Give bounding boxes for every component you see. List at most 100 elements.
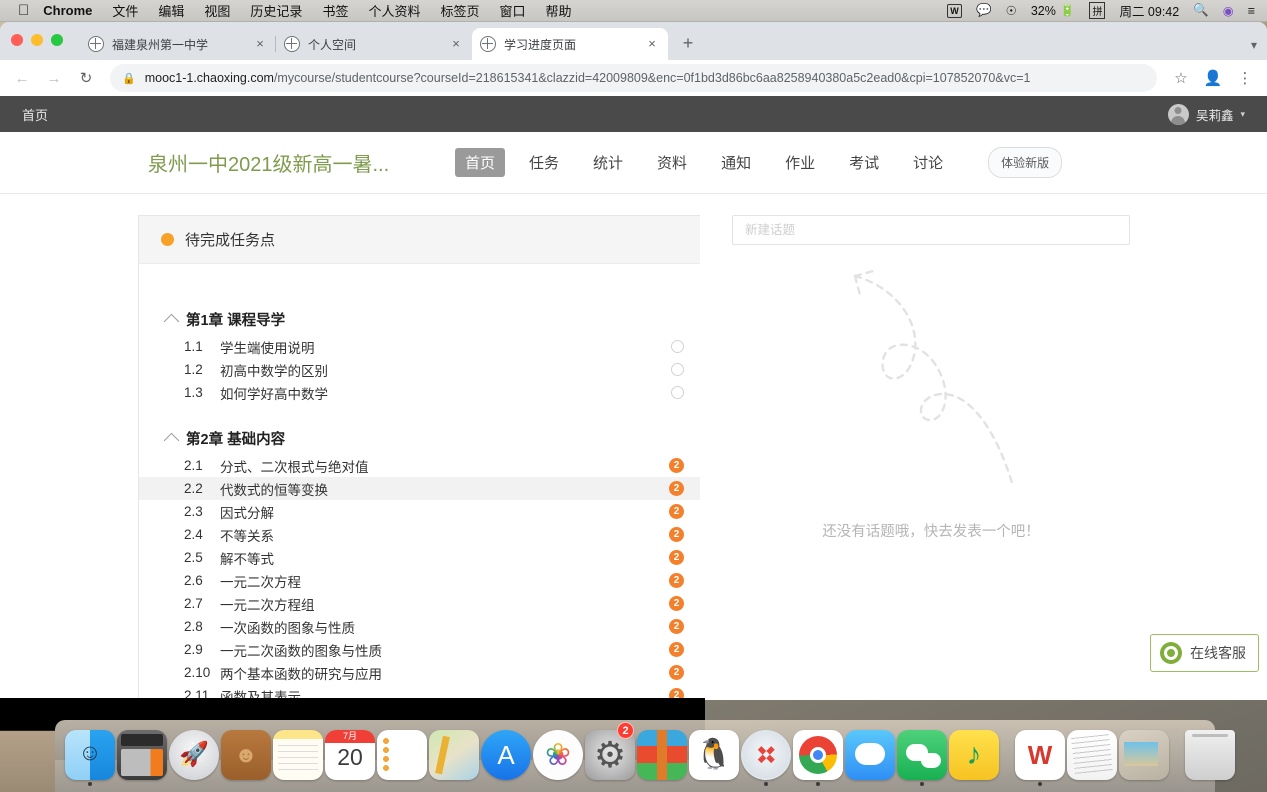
dock-item-finder[interactable]	[65, 724, 115, 788]
window-traffic-lights[interactable]	[11, 34, 63, 46]
battery-charging-icon[interactable]: 🔋	[1060, 3, 1076, 18]
chapter-header[interactable]: 第1章 课程导学	[139, 304, 700, 335]
browser-tab-2[interactable]: 个人空间 ×	[275, 28, 472, 60]
menu-item-bookmarks[interactable]: 书签	[322, 1, 348, 20]
close-icon[interactable]: ×	[252, 36, 268, 52]
online-support-label: 在线客服	[1190, 645, 1246, 661]
wps-office-icon	[1015, 730, 1065, 780]
list-item[interactable]: 2.7 一元二次方程组 2	[139, 592, 700, 615]
list-item[interactable]: 2.1 分式、二次根式与绝对值 2	[139, 454, 700, 477]
dock-item-notes[interactable]	[273, 724, 323, 788]
maximize-window-button[interactable]	[51, 34, 63, 46]
spotlight-search-icon[interactable]: 🔍	[1193, 3, 1209, 18]
tab-discussion[interactable]: 讨论	[903, 148, 953, 177]
macos-menubar:  Chrome 文件 编辑 视图 历史记录 书签 个人资料 标签页 窗口 帮助…	[0, 0, 1267, 22]
list-item[interactable]: 1.2 初高中数学的区别	[139, 358, 700, 381]
menu-item-history[interactable]: 历史记录	[250, 1, 302, 20]
tabstrip-chevron-down-icon[interactable]: ▾	[1251, 38, 1257, 52]
tab-homework[interactable]: 作业	[775, 148, 825, 177]
list-item[interactable]: 2.9 一元二次函数的图象与性质 2	[139, 638, 700, 661]
dock-item-wechat[interactable]	[897, 724, 947, 788]
list-item[interactable]: 1.3 如何学好高中数学	[139, 381, 700, 404]
apple-icon[interactable]: 	[18, 3, 29, 18]
dock-item-reminders[interactable]	[377, 724, 427, 788]
dock-item-system-preferences[interactable]: 2	[585, 722, 635, 788]
close-window-button[interactable]	[11, 34, 23, 46]
menu-item-help[interactable]: 帮助	[546, 1, 572, 20]
input-method-icon[interactable]: 拼	[1089, 2, 1106, 19]
clock-label[interactable]: 周二 09:42	[1119, 1, 1179, 20]
menu-item-edit[interactable]: 编辑	[158, 1, 184, 20]
three-dot-menu-icon[interactable]: ⋮	[1231, 64, 1259, 92]
menu-item-view[interactable]: 视图	[204, 1, 230, 20]
menu-item-file[interactable]: 文件	[112, 1, 138, 20]
try-new-version-button[interactable]: 体验新版	[988, 147, 1063, 178]
wps-icon[interactable]: W	[947, 3, 963, 18]
task-count-badge: 2	[669, 458, 684, 473]
lesson-name: 一元二次方程组	[220, 597, 315, 613]
menu-item-tabs[interactable]: 标签页	[440, 1, 479, 20]
browser-tab-3-active[interactable]: 学习进度页面 ×	[472, 28, 668, 60]
browser-tab-1[interactable]: 福建泉州第一中学 ×	[80, 28, 276, 60]
dock-item-photos[interactable]	[533, 724, 583, 788]
tab-exams[interactable]: 考试	[839, 148, 889, 177]
list-item[interactable]: 2.4 不等关系 2	[139, 523, 700, 546]
tab-statistics[interactable]: 统计	[583, 148, 633, 177]
star-icon[interactable]: ☆	[1167, 64, 1195, 92]
tab-materials[interactable]: 资料	[647, 148, 697, 177]
close-icon[interactable]: ×	[448, 36, 464, 52]
dock-item-safari[interactable]	[741, 724, 791, 788]
eye-icon[interactable]: ☉	[1006, 3, 1017, 18]
menu-item-chrome[interactable]: Chrome	[43, 3, 92, 18]
siri-icon[interactable]: ◉	[1223, 3, 1234, 18]
dock-item-launchpad[interactable]	[169, 724, 219, 788]
site-home-link[interactable]: 首页	[22, 105, 48, 124]
reload-icon[interactable]: ↻	[72, 64, 100, 92]
menu-item-window[interactable]: 窗口	[499, 1, 525, 20]
dock-item-calculator[interactable]	[117, 724, 167, 788]
dock-item-contacts[interactable]	[221, 724, 271, 788]
dock-item-messages[interactable]	[845, 724, 895, 788]
lesson-number: 2.2	[184, 481, 203, 496]
dock-item-qq[interactable]	[689, 724, 739, 788]
user-menu[interactable]: 吴莉鑫 ▾	[1167, 103, 1245, 125]
chapter-header[interactable]: 第2章 基础内容	[139, 423, 700, 454]
forward-arrow-icon[interactable]: →	[40, 64, 68, 92]
dock-item-maps[interactable]	[429, 724, 479, 788]
dock-item-qq-music[interactable]	[949, 724, 999, 788]
menu-item-profile[interactable]: 个人资料	[368, 1, 420, 20]
dock-item-app-store[interactable]	[481, 724, 531, 788]
list-item[interactable]: 2.5 解不等式 2	[139, 546, 700, 569]
dock-item-winrar[interactable]	[637, 724, 687, 788]
lesson-name: 不等关系	[220, 528, 274, 544]
chevron-up-icon[interactable]	[163, 313, 180, 330]
tab-notices[interactable]: 通知	[711, 148, 761, 177]
control-center-icon[interactable]: ≡	[1248, 4, 1255, 18]
list-item[interactable]: 2.8 一次函数的图象与性质 2	[139, 615, 700, 638]
dock-item-calendar[interactable]	[325, 724, 375, 788]
minimize-window-button[interactable]	[31, 34, 43, 46]
safari-icon	[741, 730, 791, 780]
address-bar[interactable]: 🔒 mooc1-1.chaoxing.com/mycourse/studentc…	[110, 64, 1157, 92]
lesson-number: 1.3	[184, 385, 203, 400]
list-item[interactable]: 1.1 学生端使用说明	[139, 335, 700, 358]
dock-item-chrome[interactable]	[793, 724, 843, 788]
back-arrow-icon[interactable]: ←	[8, 64, 36, 92]
chevron-up-icon[interactable]	[163, 432, 180, 449]
dock-item-wps-office[interactable]	[1015, 724, 1065, 788]
tab-home[interactable]: 首页	[455, 148, 506, 177]
list-item[interactable]: 2.3 因式分解 2	[139, 500, 700, 523]
list-item[interactable]: 2.2 代数式的恒等变换 2	[139, 477, 700, 500]
new-tab-button[interactable]: +	[674, 30, 702, 58]
wechat-icon[interactable]: 💬	[976, 3, 992, 18]
online-support-button[interactable]: 在线客服	[1150, 634, 1259, 672]
list-item[interactable]: 2.6 一元二次方程 2	[139, 569, 700, 592]
new-topic-input[interactable]	[732, 215, 1130, 245]
dock-item-trash[interactable]	[1185, 724, 1235, 788]
dock-item-preview[interactable]	[1119, 724, 1169, 788]
tab-tasks[interactable]: 任务	[519, 148, 569, 177]
dock-item-textedit[interactable]	[1067, 724, 1117, 788]
close-icon[interactable]: ×	[644, 36, 660, 52]
list-item[interactable]: 2.10 两个基本函数的研究与应用 2	[139, 661, 700, 684]
profile-avatar-icon[interactable]: 👤	[1199, 64, 1227, 92]
